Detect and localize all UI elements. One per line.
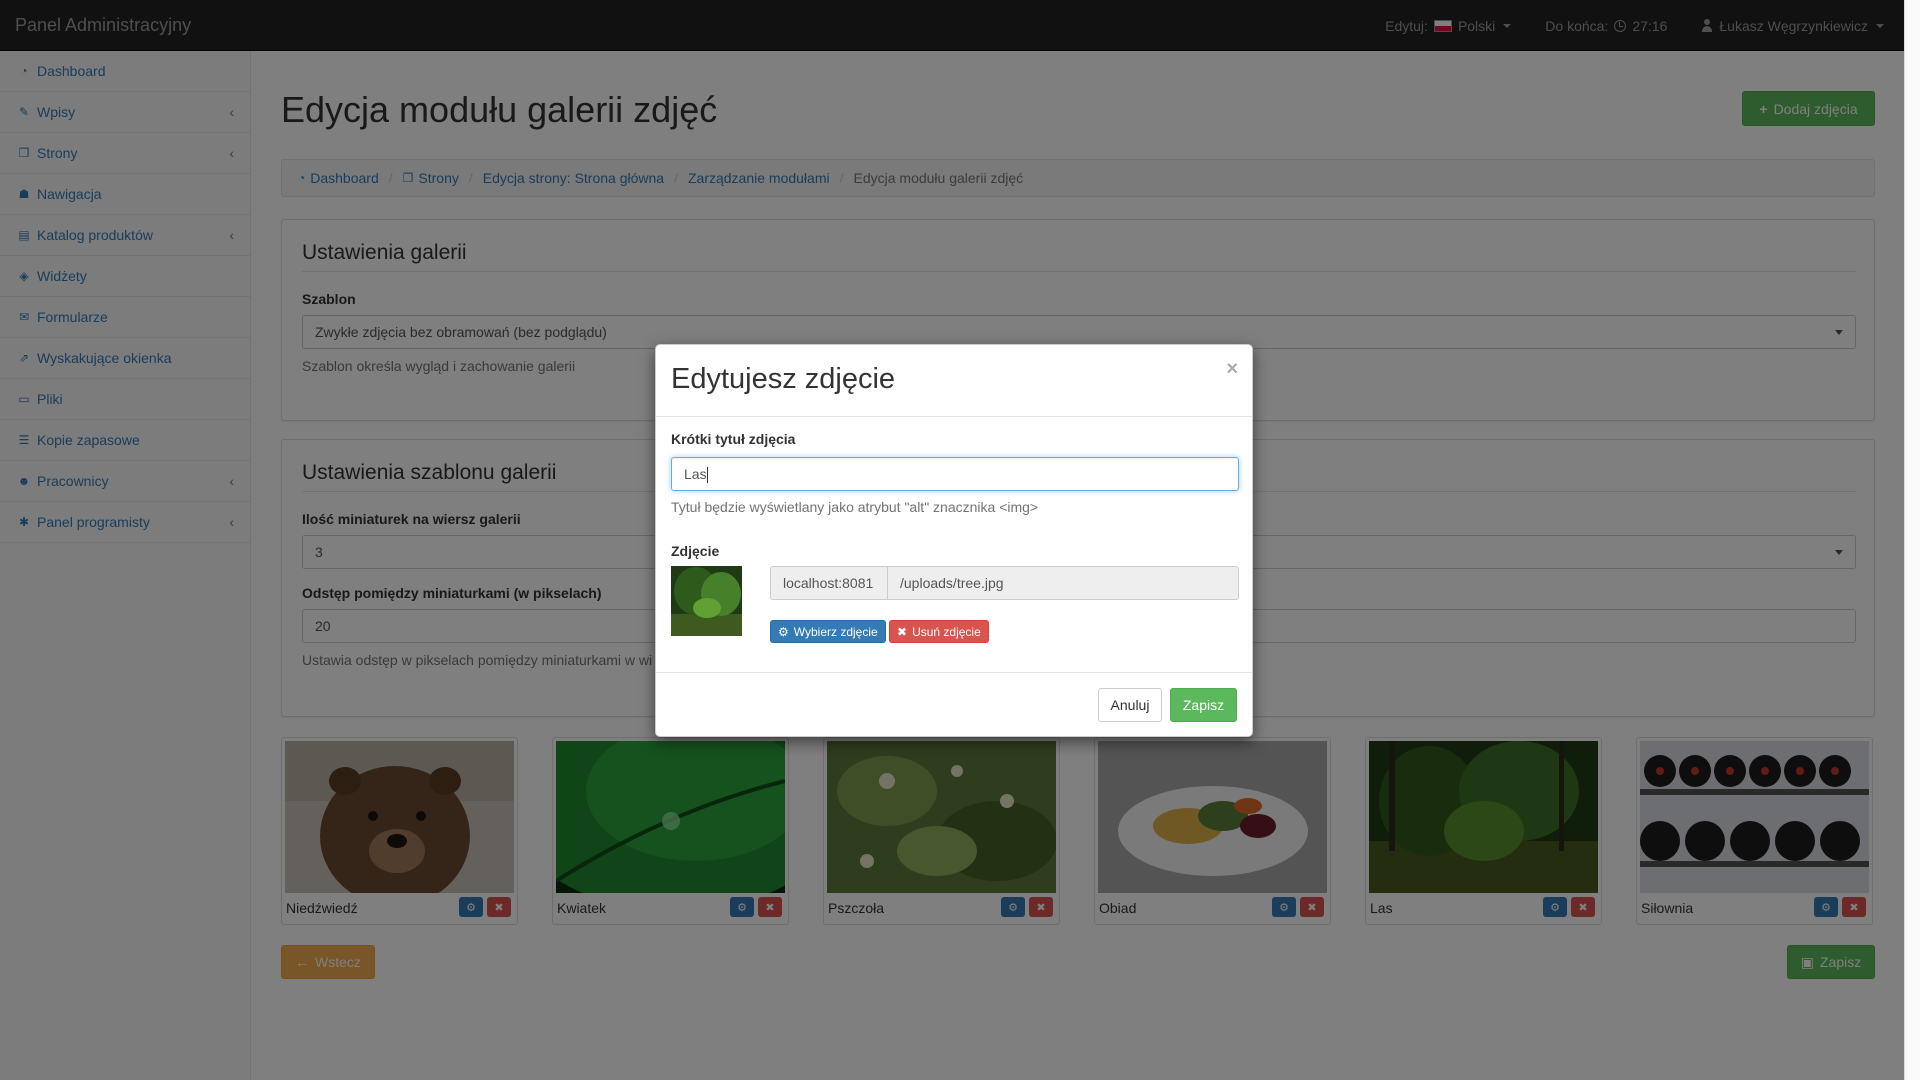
choose-photo-button[interactable]: ⚙ Wybierz zdjęcie bbox=[770, 620, 886, 643]
close-icon: ✖ bbox=[897, 624, 908, 639]
photo-title-input[interactable]: Las bbox=[671, 457, 1239, 491]
modal-save-button[interactable]: Zapisz bbox=[1170, 688, 1237, 722]
close-icon[interactable]: × bbox=[1226, 359, 1238, 379]
modal-header: Edytujesz zdjęcie × bbox=[656, 345, 1252, 417]
edit-photo-modal: Edytujesz zdjęcie × Krótki tytuł zdjęcia… bbox=[655, 344, 1253, 737]
modal-footer: Anuluj Zapisz bbox=[656, 672, 1252, 736]
text-cursor bbox=[706, 467, 708, 484]
photo-path-input[interactable]: /uploads/tree.jpg bbox=[888, 567, 1238, 599]
photo-title-help: Tytuł będzie wyświetlany jako atrybut "a… bbox=[671, 499, 1039, 515]
remove-photo-label: Usuń zdjęcie bbox=[912, 624, 981, 639]
photo-url-group: localhost:8081 /uploads/tree.jpg bbox=[770, 566, 1239, 600]
choose-photo-label: Wybierz zdjęcie bbox=[793, 624, 878, 639]
cancel-button[interactable]: Anuluj bbox=[1098, 688, 1162, 722]
modal-title: Edytujesz zdjęcie bbox=[671, 363, 896, 395]
photo-preview bbox=[671, 566, 742, 636]
photo-host: localhost:8081 bbox=[771, 567, 888, 599]
photo-title-label: Krótki tytuł zdjęcia bbox=[671, 431, 796, 447]
gear-icon: ⚙ bbox=[778, 624, 789, 639]
remove-photo-button[interactable]: ✖ Usuń zdjęcie bbox=[889, 620, 989, 643]
photo-label: Zdjęcie bbox=[671, 543, 720, 559]
scrollbar[interactable] bbox=[1904, 0, 1920, 1080]
photo-title-value: Las bbox=[684, 466, 707, 482]
